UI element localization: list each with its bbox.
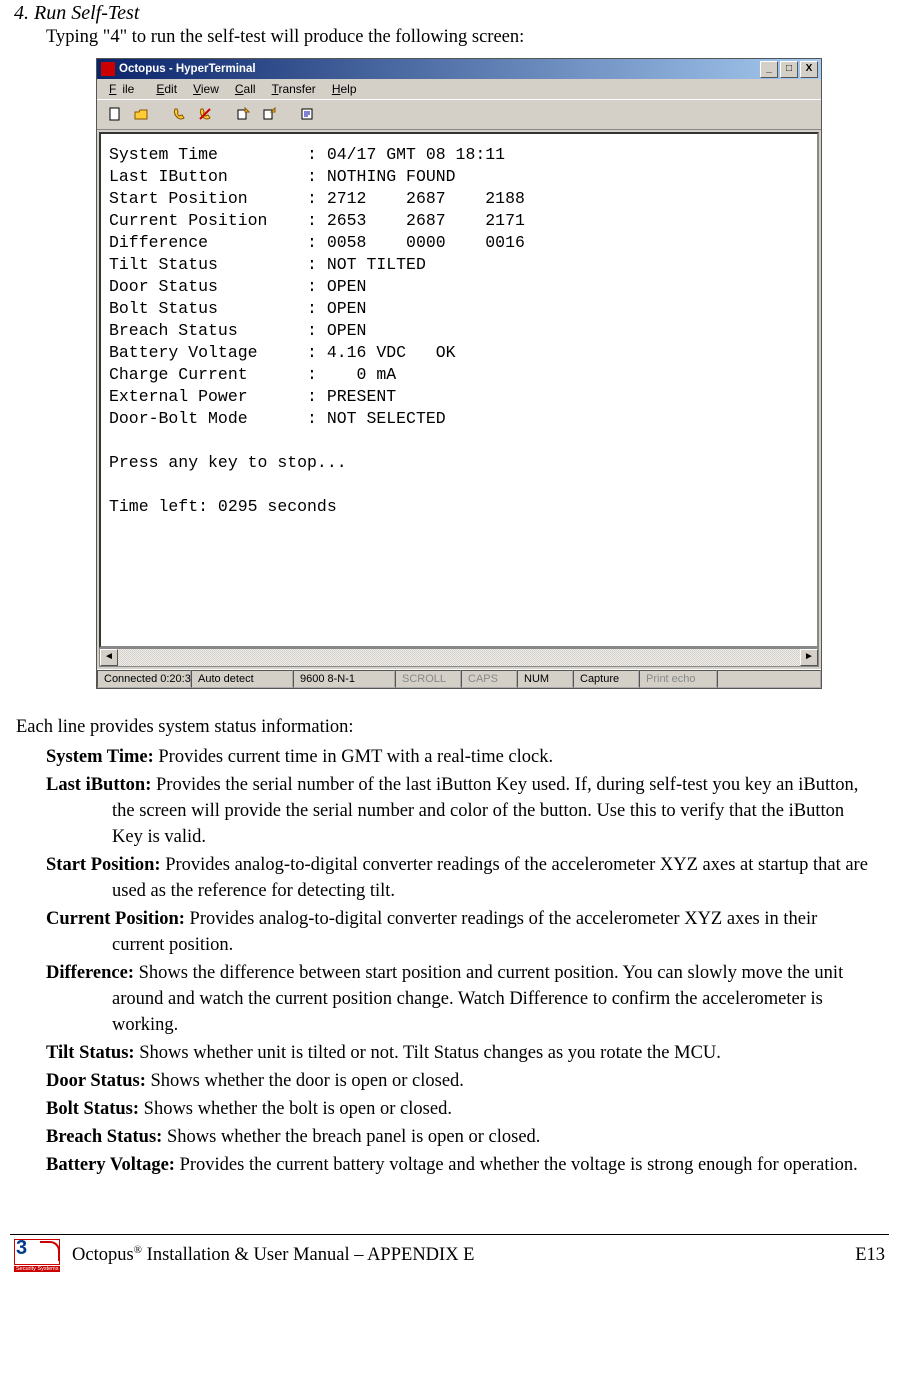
def-desc: Shows whether the door is open or closed… <box>146 1071 464 1091</box>
status-caps: CAPS <box>461 670 517 688</box>
section-heading: 4. Run Self-Test <box>14 2 881 25</box>
toolbar-new-icon[interactable] <box>103 103 127 125</box>
def-term: System Time: <box>46 747 154 767</box>
status-bar: Connected 0:20:32 Auto detect 9600 8-N-1… <box>97 669 821 688</box>
def-current-position: Current Position: Provides analog-to-dig… <box>46 906 869 958</box>
status-scroll: SCROLL <box>395 670 461 688</box>
def-desc: Provides analog-to-digital converter rea… <box>112 855 868 901</box>
def-term: Battery Voltage: <box>46 1155 175 1175</box>
def-tilt-status: Tilt Status: Shows whether unit is tilte… <box>46 1040 869 1066</box>
def-door-status: Door Status: Shows whether the door is o… <box>46 1068 869 1094</box>
company-logo-icon: 3 Security Systems <box>14 1239 62 1271</box>
def-term: Difference: <box>46 963 134 983</box>
page-number: E13 <box>855 1245 885 1266</box>
window-title: Octopus - HyperTerminal <box>119 63 256 75</box>
scroll-left-icon[interactable]: ◄ <box>100 649 118 666</box>
def-desc: Provides the current battery voltage and… <box>175 1155 858 1175</box>
status-printecho: Print echo <box>639 670 717 688</box>
scroll-track[interactable] <box>118 649 800 666</box>
def-desc: Shows whether unit is tilted or not. Til… <box>135 1043 721 1063</box>
minimize-button[interactable]: _ <box>760 61 778 78</box>
window-titlebar: Octopus - HyperTerminal _ □ X <box>97 59 821 79</box>
def-term: Bolt Status: <box>46 1099 139 1119</box>
toolbar-open-icon[interactable] <box>129 103 153 125</box>
maximize-button[interactable]: □ <box>780 61 798 78</box>
menu-edit[interactable]: Edit <box>150 81 183 97</box>
hyperterminal-window: Octopus - HyperTerminal _ □ X File Edit … <box>96 58 822 689</box>
status-autodetect: Auto detect <box>191 670 293 688</box>
section-number: 4. <box>14 2 29 24</box>
status-num: NUM <box>517 670 573 688</box>
scroll-right-icon[interactable]: ► <box>800 649 818 666</box>
toolbar-disconnect-icon[interactable] <box>193 103 217 125</box>
menu-file[interactable]: File <box>103 81 146 97</box>
def-desc: Provides analog-to-digital converter rea… <box>112 909 817 955</box>
section-title: Run Self-Test <box>34 2 139 24</box>
def-battery-voltage: Battery Voltage: Provides the current ba… <box>46 1152 869 1178</box>
terminal-output: System Time : 04/17 GMT 08 18:11 Last IB… <box>99 132 819 648</box>
def-last-ibutton: Last iButton: Provides the serial number… <box>46 772 869 850</box>
page-footer: 3 Security Systems Octopus® Installation… <box>10 1234 889 1281</box>
def-term: Door Status: <box>46 1071 146 1091</box>
def-bolt-status: Bolt Status: Shows whether the bolt is o… <box>46 1096 869 1122</box>
menu-bar: File Edit View Call Transfer Help <box>97 79 821 99</box>
toolbar-receive-icon[interactable] <box>257 103 281 125</box>
status-capture: Capture <box>573 670 639 688</box>
def-term: Breach Status: <box>46 1127 162 1147</box>
explain-intro: Each line provides system status informa… <box>16 717 881 738</box>
def-difference: Difference: Shows the difference between… <box>46 960 869 1038</box>
toolbar-properties-icon[interactable] <box>295 103 319 125</box>
section-intro: Typing "4" to run the self-test will pro… <box>46 27 881 48</box>
def-term: Start Position: <box>46 855 161 875</box>
menu-view[interactable]: View <box>187 81 225 97</box>
def-desc: Shows whether the bolt is open or closed… <box>139 1099 452 1119</box>
menu-transfer[interactable]: Transfer <box>266 81 322 97</box>
def-term: Tilt Status: <box>46 1043 135 1063</box>
status-connected: Connected 0:20:32 <box>97 670 191 688</box>
def-term: Last iButton: <box>46 775 151 795</box>
def-desc: Shows the difference between start posit… <box>112 963 843 1035</box>
status-settings: 9600 8-N-1 <box>293 670 395 688</box>
menu-call[interactable]: Call <box>229 81 262 97</box>
close-button[interactable]: X <box>800 61 818 78</box>
def-start-position: Start Position: Provides analog-to-digit… <box>46 852 869 904</box>
def-breach-status: Breach Status: Shows whether the breach … <box>46 1124 869 1150</box>
status-spacer <box>717 670 821 688</box>
menu-help[interactable]: Help <box>326 81 363 97</box>
toolbar-call-icon[interactable] <box>167 103 191 125</box>
def-system-time: System Time: Provides current time in GM… <box>46 744 869 770</box>
toolbar <box>97 99 821 130</box>
horizontal-scrollbar[interactable]: ◄ ► <box>99 648 819 667</box>
def-desc: Provides current time in GMT with a real… <box>154 747 553 767</box>
definitions-list: System Time: Provides current time in GM… <box>46 744 869 1178</box>
def-desc: Provides the serial number of the last i… <box>112 775 858 847</box>
app-icon <box>101 62 115 76</box>
footer-text: Octopus® Installation & User Manual – AP… <box>72 1244 474 1266</box>
def-desc: Shows whether the breach panel is open o… <box>162 1127 540 1147</box>
toolbar-send-icon[interactable] <box>231 103 255 125</box>
def-term: Current Position: <box>46 909 185 929</box>
